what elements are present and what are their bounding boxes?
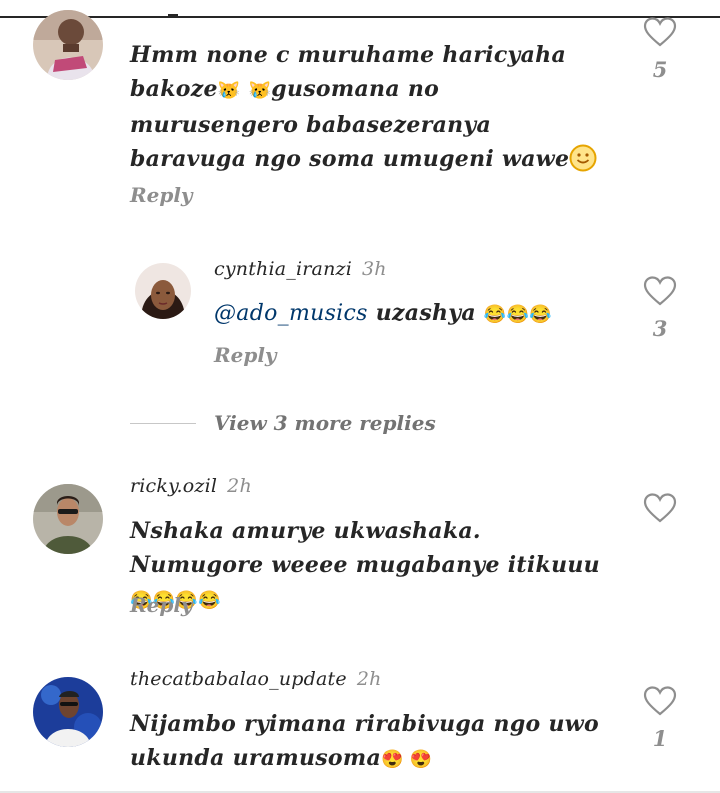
- heart-outline-icon[interactable]: [643, 686, 677, 720]
- like-count: 3: [652, 316, 668, 341]
- sad-cat-emoji: 😿: [248, 80, 272, 101]
- reply-button[interactable]: Reply: [130, 593, 193, 617]
- reply-button[interactable]: Reply: [214, 343, 277, 367]
- comment-text: @ado_musics uzashya 😂😂😂: [214, 300, 553, 326]
- comment-text: Nshaka amurye ukwashaka. Numugore weeee …: [130, 518, 600, 611]
- top-divider: [0, 16, 720, 18]
- comment-time: 3h: [362, 258, 387, 280]
- heart-outline-icon[interactable]: [643, 17, 677, 51]
- mention-link[interactable]: @ado_musics: [214, 301, 368, 326]
- heart-eyes-emoji: 😍 😍: [381, 749, 433, 770]
- comment-text: Hmm none c muruhame haricyaha bakoze😿 😿g…: [130, 38, 600, 182]
- heart-outline-icon[interactable]: [643, 493, 677, 527]
- avatar[interactable]: [33, 677, 103, 747]
- avatar[interactable]: [33, 10, 103, 80]
- smile-emoji-icon: [569, 144, 597, 182]
- avatar[interactable]: [135, 263, 191, 319]
- comment-time: 2h: [227, 475, 252, 497]
- heart-outline-icon[interactable]: [643, 276, 677, 310]
- comment-time: 2h: [356, 668, 382, 690]
- top-mark: [168, 14, 178, 16]
- comment-text: Nijambo ryimana rirabivuga ngo uwo ukund…: [130, 711, 599, 771]
- laughing-emoji: 😂😂😂: [483, 304, 553, 325]
- comment-username[interactable]: thecatbabalao_update 2h: [130, 668, 382, 690]
- view-more-divider: [130, 423, 196, 424]
- like-count: 1: [652, 726, 668, 751]
- comment-username[interactable]: ricky.ozil 2h: [130, 475, 252, 497]
- comment-username[interactable]: cynthia_iranzi 3h: [214, 258, 387, 280]
- view-more-replies-button[interactable]: View 3 more replies: [214, 411, 436, 435]
- like-count: 5: [652, 57, 668, 82]
- reply-button[interactable]: Reply: [130, 183, 193, 207]
- avatar[interactable]: [33, 484, 103, 554]
- sad-cat-emoji: 😿: [217, 80, 241, 101]
